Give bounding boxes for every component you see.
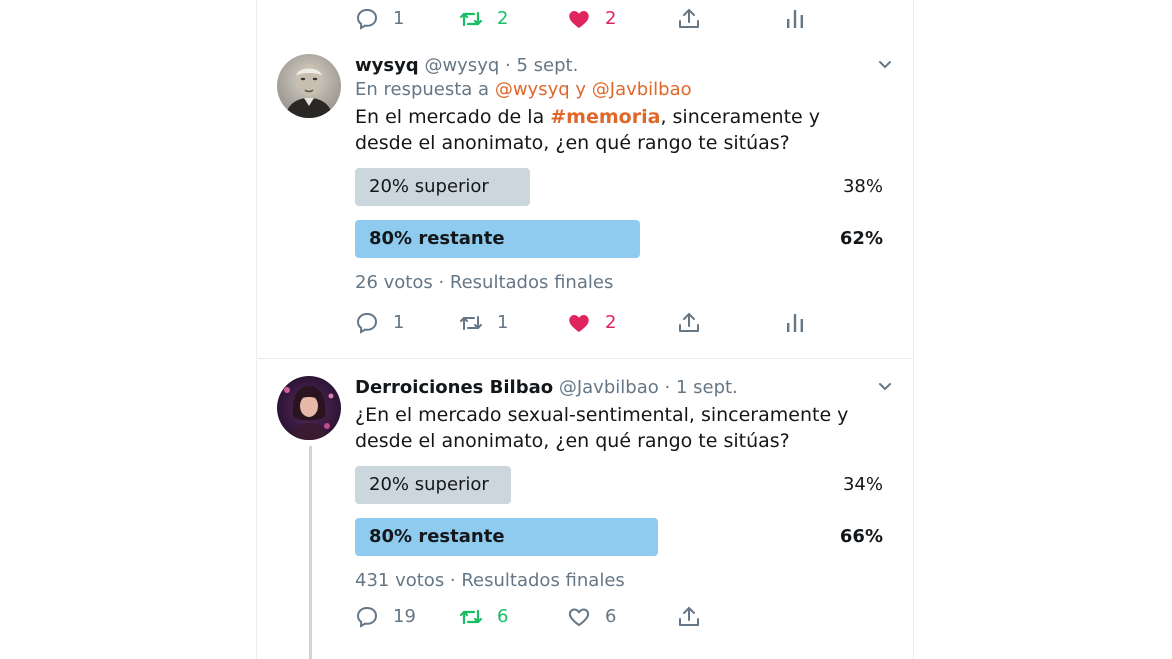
poll-option: 20% superior 38% — [355, 168, 883, 208]
reply-targets-link[interactable]: @wysyq y @Javbilbao — [495, 79, 692, 100]
tweet-previous: 1 2 2 — [256, 0, 914, 44]
like-icon — [569, 11, 589, 28]
retweet-button[interactable]: 2 — [459, 4, 508, 34]
user-handle[interactable]: @wysyq — [424, 55, 499, 76]
tweet-text-start: En el mercado de la — [355, 106, 551, 128]
share-button[interactable] — [677, 602, 715, 632]
reply-count: 19 — [393, 606, 416, 627]
retweet-count: 6 — [497, 606, 509, 627]
reply-icon — [356, 606, 378, 628]
avatar-portrait-image — [277, 376, 341, 440]
retweet-button[interactable]: 1 — [459, 308, 508, 338]
tweet-text: ¿En el mercado sexual-sentimental, since… — [355, 404, 849, 452]
like-count: 2 — [605, 8, 617, 29]
tweet-javbilbao[interactable]: Derroiciones Bilbao @Javbilbao · 1 sept.… — [256, 360, 914, 659]
separator: · — [664, 377, 671, 398]
poll-results-meta: 26 votos · Resultados finales — [355, 272, 614, 293]
reply-icon — [356, 8, 378, 30]
like-button[interactable]: 6 — [567, 602, 616, 632]
tweet-date[interactable]: 1 sept. — [676, 377, 738, 398]
like-button[interactable]: 2 — [567, 308, 616, 338]
share-button[interactable] — [677, 4, 715, 34]
user-handle[interactable]: @Javbilbao — [559, 377, 659, 398]
poll-option: 20% superior 34% — [355, 466, 883, 506]
poll-option-winner: 80% restante 62% — [355, 220, 883, 260]
tweet-text: En el mercado de la #memoria, sinceramen… — [355, 104, 883, 156]
tweet-actions: 19 6 6 — [355, 602, 883, 632]
like-icon — [569, 315, 589, 332]
stats-icon — [787, 10, 803, 28]
display-name[interactable]: Derroiciones Bilbao — [355, 377, 553, 398]
retweet-count: 2 — [497, 8, 509, 29]
share-button[interactable] — [677, 308, 715, 338]
separator: · — [505, 55, 511, 76]
hashtag-link[interactable]: #memoria — [550, 106, 660, 128]
reply-context: En respuesta a @wysyq y @Javbilbao — [355, 78, 883, 102]
analytics-button[interactable] — [783, 4, 821, 34]
chevron-down-icon[interactable] — [877, 56, 893, 72]
avatar[interactable] — [277, 54, 341, 118]
poll-option-winner: 80% restante 66% — [355, 518, 883, 558]
reply-button[interactable]: 1 — [355, 308, 404, 338]
tweet-date[interactable]: 5 sept. — [516, 55, 578, 76]
poll: 20% superior 34% 80% restante 66% — [355, 466, 883, 558]
avatar-portrait-image — [277, 54, 341, 118]
poll-option-percent: 66% — [839, 526, 883, 547]
share-icon — [679, 313, 699, 332]
reply-count: 1 — [393, 8, 405, 29]
thread-connector — [309, 446, 312, 659]
poll-option-label: 20% superior — [369, 176, 489, 197]
poll-results-meta: 431 votos · Resultados finales — [355, 570, 625, 591]
reply-prefix: En respuesta a — [355, 79, 490, 100]
like-count: 2 — [605, 312, 617, 333]
retweet-button[interactable]: 6 — [459, 602, 508, 632]
reply-icon — [356, 312, 378, 334]
analytics-button[interactable] — [783, 308, 821, 338]
tweet-header: wysyq @wysyq · 5 sept. — [355, 54, 891, 78]
poll-option-label: 80% restante — [369, 228, 505, 249]
stats-icon — [787, 314, 803, 332]
poll-option-percent: 38% — [842, 176, 883, 197]
tweet-actions: 1 2 2 — [355, 4, 883, 34]
poll-option-percent: 34% — [842, 474, 883, 495]
retweet-icon — [460, 316, 482, 330]
share-icon — [679, 9, 699, 28]
like-icon — [568, 608, 590, 627]
avatar[interactable] — [277, 376, 341, 440]
tweet-actions: 1 1 2 — [355, 308, 883, 338]
reply-button[interactable]: 1 — [355, 4, 404, 34]
like-count: 6 — [605, 606, 617, 627]
chevron-down-icon[interactable] — [877, 378, 893, 394]
tweet-header: Derroiciones Bilbao @Javbilbao · 1 sept. — [355, 376, 891, 400]
share-icon — [679, 607, 699, 626]
retweet-count: 1 — [497, 312, 509, 333]
reply-button[interactable]: 19 — [355, 602, 416, 632]
reply-count: 1 — [393, 312, 405, 333]
tweet-wysyq[interactable]: wysyq @wysyq · 5 sept. En respuesta a @w… — [256, 44, 914, 359]
like-button[interactable]: 2 — [567, 4, 616, 34]
retweet-icon — [459, 11, 483, 27]
display-name[interactable]: wysyq — [355, 55, 419, 76]
poll-option-label: 20% superior — [369, 474, 489, 495]
timeline: 1 2 2 wysyq @wysyq · 5 sept. En respuest… — [256, 0, 914, 659]
poll-option-percent: 62% — [839, 228, 883, 249]
poll: 20% superior 38% 80% restante 62% — [355, 168, 883, 260]
poll-option-label: 80% restante — [369, 526, 505, 547]
retweet-icon — [459, 609, 483, 625]
